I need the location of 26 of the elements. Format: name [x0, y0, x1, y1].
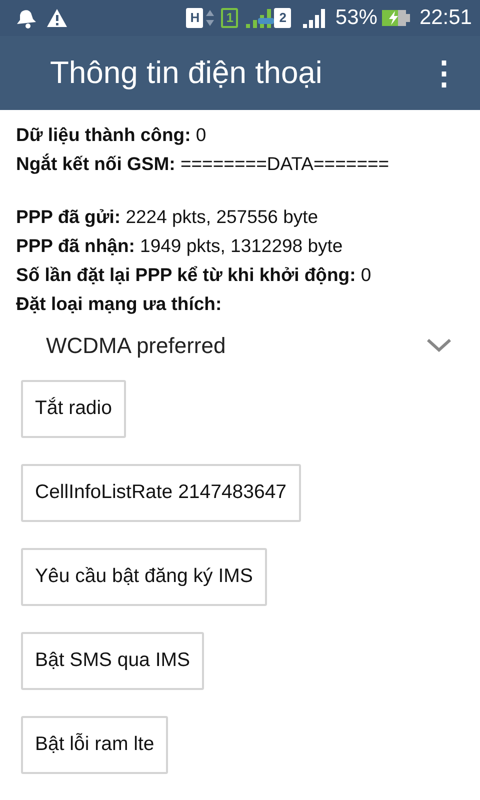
- action-button[interactable]: Yêu cầu bật đăng ký IMS: [21, 548, 267, 606]
- signal-icon: [244, 7, 274, 29]
- bell-icon: [14, 7, 36, 29]
- action-button[interactable]: Bật SMS qua IMS: [21, 632, 204, 690]
- info-line: Ngắt kết nối GSM: ========DATA=======: [16, 152, 390, 176]
- warning-icon: [46, 8, 68, 28]
- info-line: Đặt loại mạng ưa thích:: [16, 292, 223, 316]
- sim-badge: 2: [274, 8, 292, 28]
- info-line: Dữ liệu thành công: 0: [16, 123, 208, 147]
- sim-badge: 1: [221, 8, 238, 28]
- info-line: PPP đã gửi: 2224 pkts, 257556 byte: [16, 205, 320, 229]
- network-type-dropdown[interactable]: WCDMA preferred: [30, 318, 452, 372]
- battery-level: 53%: [335, 5, 378, 32]
- screen-title: Thông tin điện thoại: [50, 54, 322, 92]
- chevron-down-icon: [426, 338, 452, 352]
- signal-icon: [301, 7, 328, 29]
- info-line: PPP đã nhận: 1949 pkts, 1312298 byte: [16, 234, 344, 258]
- action-button[interactable]: CellInfoListRate 2147483647: [21, 464, 301, 522]
- data-activity-icon: [205, 8, 216, 28]
- info-line: Số lần đặt lại PPP kể từ khi khởi động: 0: [16, 263, 372, 287]
- action-button[interactable]: Bật lỗi ram lte: [21, 716, 168, 774]
- action-button[interactable]: Tắt radio: [21, 380, 126, 438]
- network-type-badge: H: [186, 8, 204, 28]
- clock: 22:51: [419, 5, 472, 32]
- charging-battery-icon: [381, 8, 412, 28]
- overflow-menu-button[interactable]: ⋮: [422, 57, 466, 89]
